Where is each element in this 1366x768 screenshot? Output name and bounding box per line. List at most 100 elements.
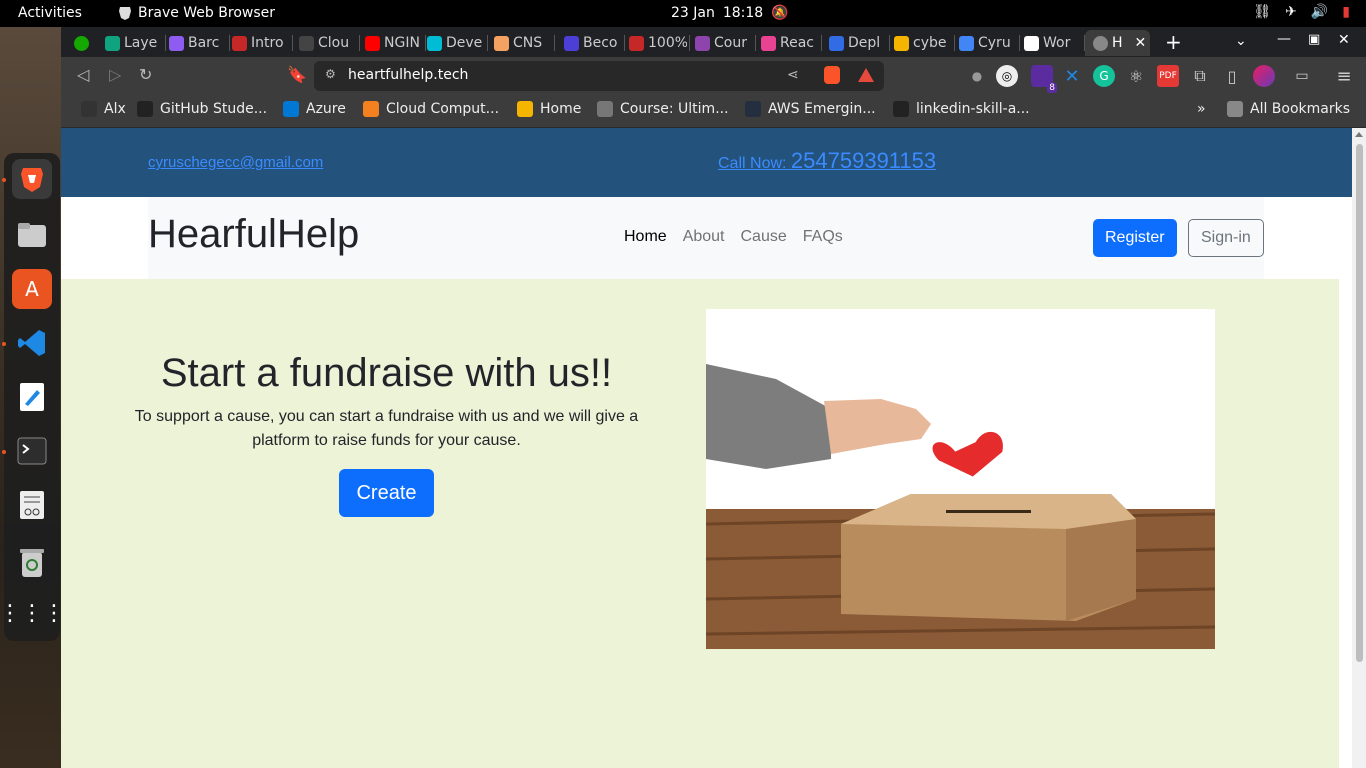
dock-app-center-icon[interactable]: A [12, 269, 52, 309]
brave-shields-icon[interactable] [824, 66, 840, 84]
bookmark-item[interactable]: GitHub Stude... [137, 101, 267, 117]
close-window-icon[interactable]: ✕ [1338, 32, 1350, 48]
reload-icon[interactable]: ↻ [139, 65, 152, 84]
hero-title: Start a fundraise with us!! [160, 351, 613, 395]
dock-vscode-icon[interactable] [12, 323, 52, 363]
tab[interactable]: Cour [695, 30, 753, 56]
tab[interactable]: NGIN [365, 30, 423, 56]
tab[interactable]: Laye [105, 30, 163, 56]
tab-list-chevron-icon[interactable]: ⌄ [1235, 33, 1247, 49]
site-brand[interactable]: HearfulHelp [148, 212, 359, 257]
extension-badge-count: 8 [1047, 83, 1057, 93]
tab[interactable]: Clou [299, 30, 357, 56]
tab[interactable]: Barc [169, 30, 227, 56]
register-button[interactable]: Register [1093, 219, 1177, 257]
tab[interactable]: Beco [564, 30, 622, 56]
extension-badge-icon[interactable]: 8 [1031, 65, 1057, 93]
system-top-bar: Activities Brave Web Browser 23 Jan 18:1… [0, 0, 1366, 27]
nav-home[interactable]: Home [624, 228, 667, 246]
tab[interactable]: Cyru [959, 30, 1017, 56]
pdf-extension-icon[interactable]: PDF [1157, 65, 1179, 87]
dock-files-icon[interactable] [12, 215, 52, 255]
nav-cause[interactable]: Cause [741, 228, 787, 246]
tab[interactable]: CNS [494, 30, 552, 56]
profile-avatar[interactable] [1253, 65, 1275, 87]
all-bookmarks-button[interactable]: All Bookmarks [1227, 101, 1350, 117]
extension-circle-icon[interactable]: ◎ [996, 65, 1018, 87]
tab-label: Reac [780, 35, 814, 51]
running-indicator [2, 450, 6, 454]
bookmark-item[interactable]: Course: Ultim... [597, 101, 729, 117]
scrollbar-thumb[interactable] [1356, 144, 1363, 662]
wallet-icon[interactable]: ▭ [1291, 65, 1313, 87]
bookmark-item[interactable]: Azure [283, 101, 346, 117]
tab-label: Laye [124, 35, 158, 51]
tab-separator [359, 35, 360, 51]
bookmark-item[interactable]: Home [517, 101, 581, 117]
email-link[interactable]: cyruschegecc@gmail.com [148, 154, 323, 171]
dock-text-editor-icon[interactable] [12, 377, 52, 417]
tab[interactable]: Depl [829, 30, 887, 56]
back-icon[interactable]: ◁ [77, 65, 89, 84]
tab-separator [487, 35, 488, 51]
dock-terminal-icon[interactable] [12, 431, 52, 471]
menu-icon[interactable]: ≡ [1333, 65, 1355, 87]
bookmark-item[interactable]: linkedin-skill-a... [893, 101, 1030, 117]
call-link[interactable]: Call Now: 254759391153 [718, 148, 936, 174]
tab-active[interactable]: H ✕ [1085, 30, 1150, 56]
bookmark-item[interactable]: Alx [81, 101, 126, 117]
contact-bar: cyruschegecc@gmail.com Call Now: 2547593… [61, 128, 1352, 197]
dock-document-viewer-icon[interactable] [12, 485, 52, 525]
scroll-up-icon[interactable] [1355, 132, 1363, 137]
bookmark-item[interactable]: Cloud Comput... [363, 101, 499, 117]
new-tab-icon[interactable]: + [1165, 30, 1182, 54]
tab[interactable]: cybe [894, 30, 952, 56]
clock[interactable]: 23 Jan 18:18 🔕 [671, 5, 789, 21]
tab-favicon-icon [169, 35, 184, 51]
react-devtools-icon[interactable]: ⚛ [1125, 65, 1147, 87]
extension-x-icon[interactable]: ✕ [1061, 65, 1083, 87]
share-icon[interactable]: ⋖ [787, 67, 799, 83]
bookmark-favicon-icon [597, 101, 613, 117]
extension-icon[interactable]: ● [966, 65, 988, 87]
minimize-icon[interactable]: — [1277, 31, 1291, 47]
app-menu[interactable]: Brave Web Browser [118, 5, 275, 21]
tab-favicon-icon [105, 35, 120, 51]
create-button[interactable]: Create [339, 469, 434, 517]
site-settings-icon[interactable]: ⚙ [325, 67, 336, 81]
bookmark-label: Home [540, 101, 582, 117]
extensions-puzzle-icon[interactable]: ⧉ [1189, 65, 1211, 87]
bookmark-favicon-icon [745, 101, 761, 117]
nav-faqs[interactable]: FAQs [803, 228, 843, 246]
page-scrollbar[interactable] [1352, 128, 1366, 768]
tab[interactable]: Reac [761, 30, 819, 56]
bookmark-page-icon[interactable]: 🔖 [287, 65, 307, 84]
address-bar[interactable]: ⚙ heartfulhelp.tech ⋖ [314, 61, 884, 91]
dock-brave-icon[interactable] [12, 159, 52, 199]
tab[interactable]: 100% [629, 30, 687, 56]
activities-button[interactable]: Activities [18, 5, 82, 21]
tab-label: 100% [648, 35, 687, 51]
tab-upwork[interactable] [74, 30, 94, 56]
signin-button[interactable]: Sign-in [1188, 219, 1264, 257]
more-bookmarks-icon[interactable]: » [1197, 101, 1206, 117]
nav-about[interactable]: About [683, 228, 725, 246]
tab-separator [229, 35, 230, 51]
close-tab-icon[interactable]: ✕ [1135, 35, 1147, 51]
airplane-icon: ✈ [1285, 4, 1297, 20]
tab[interactable]: Deve [427, 30, 485, 56]
brave-rewards-icon[interactable] [858, 68, 874, 82]
tab[interactable]: Wor [1024, 30, 1082, 56]
tab-favicon-icon [494, 35, 509, 51]
maximize-icon[interactable]: ▣ [1308, 32, 1320, 47]
running-indicator [2, 178, 6, 182]
forward-icon[interactable]: ▷ [109, 65, 121, 84]
dock-trash-icon[interactable] [12, 543, 52, 583]
bookmark-item[interactable]: AWS Emergin... [745, 101, 876, 117]
sidebar-toggle-icon[interactable]: ▯ [1221, 65, 1243, 87]
grammarly-icon[interactable]: G [1093, 65, 1115, 87]
show-apps-grid-icon[interactable]: ⋮⋮⋮ [0, 593, 65, 633]
system-tray[interactable]: ⛓ ✈ 🔊 ▮ [1253, 4, 1350, 20]
url-text: heartfulhelp.tech [348, 67, 469, 83]
tab[interactable]: Intro [232, 30, 290, 56]
